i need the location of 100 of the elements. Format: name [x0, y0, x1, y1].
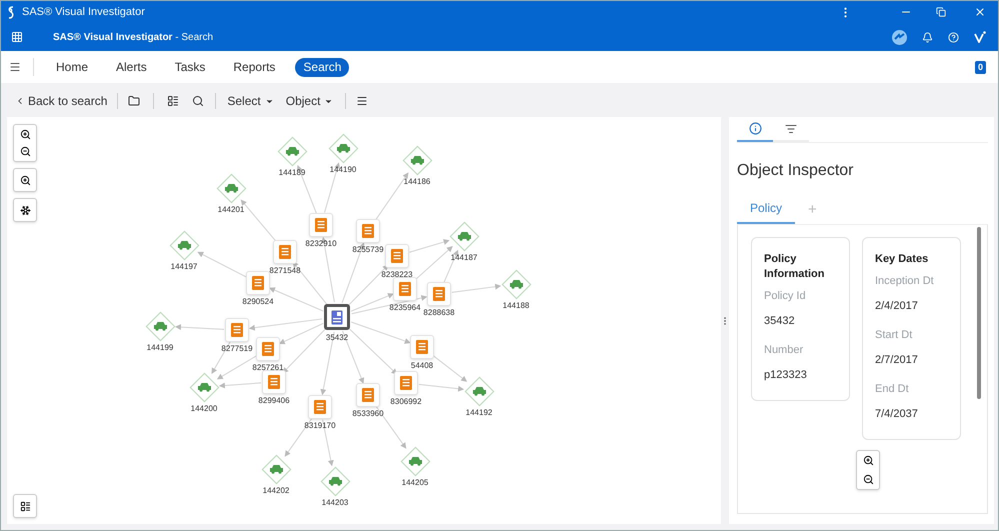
document-node[interactable]	[393, 277, 417, 301]
car-icon	[196, 382, 212, 392]
window-title: SAS® Visual Investigator	[22, 4, 145, 20]
car-icon	[328, 476, 342, 486]
node-label: 144187	[450, 254, 478, 262]
document-node[interactable]	[410, 335, 434, 359]
node-label: 144186	[404, 178, 430, 186]
user-icon[interactable]	[974, 31, 986, 43]
node-label: 8533960	[352, 410, 384, 418]
document-node[interactable]	[427, 282, 451, 306]
document-icon	[262, 342, 274, 356]
help-icon[interactable]	[948, 32, 959, 42]
car-icon	[410, 155, 424, 165]
node-label: 8306992	[390, 398, 422, 406]
nav-tab[interactable]: Alerts	[108, 58, 155, 76]
nav-tab[interactable]: Home	[48, 58, 96, 76]
document-icon	[391, 249, 403, 263]
node-label: 35432	[326, 334, 348, 342]
folder-icon[interactable]	[128, 95, 140, 107]
node-label: 8319170	[304, 422, 336, 430]
card-title: Key Dates	[875, 252, 930, 267]
field-value: 35432	[764, 314, 796, 329]
document-node[interactable]	[256, 337, 280, 361]
nav-tab[interactable]: Reports	[225, 58, 284, 76]
app-launcher-icon[interactable]	[11, 31, 23, 43]
nav-tab[interactable]: Search	[295, 58, 350, 76]
dropdown-button[interactable]: Object	[286, 92, 334, 110]
node-label: 8235964	[389, 304, 421, 312]
car-icon	[152, 321, 168, 331]
car-icon	[268, 464, 284, 474]
zoom-in-icon[interactable]	[20, 129, 30, 140]
legend-button[interactable]	[13, 494, 37, 518]
list-icon[interactable]	[356, 95, 368, 107]
field-label: Policy Id	[764, 289, 807, 304]
panel-title: Object Inspector	[737, 163, 854, 179]
node-label: 8238223	[381, 271, 413, 279]
node-label: 144192	[466, 409, 492, 417]
document-node[interactable]	[308, 395, 332, 419]
layout-icon[interactable]	[167, 95, 180, 107]
notifications-icon[interactable]	[922, 32, 933, 42]
document-node[interactable]	[246, 271, 270, 295]
info-icon	[748, 122, 762, 135]
nav-tab[interactable]: Tasks	[166, 58, 214, 76]
zoom-fit-icon	[20, 174, 30, 186]
app-title: SAS® Visual Investigator - Search	[53, 30, 214, 44]
zoom-in-icon[interactable]	[862, 455, 874, 466]
field-value: p123323	[764, 368, 808, 383]
document-node[interactable]	[225, 318, 249, 342]
document-icon	[399, 282, 411, 296]
back-button[interactable]: Back to search	[15, 92, 108, 110]
document-icon	[362, 224, 374, 238]
connector-arrow	[174, 324, 225, 330]
document-icon	[268, 375, 280, 389]
dropdown-button[interactable]: Select	[227, 92, 274, 110]
connector-arrow	[432, 354, 468, 382]
count-badge: 0	[974, 60, 986, 74]
node-label: 8299406	[258, 397, 290, 405]
car-icon	[408, 456, 422, 466]
menu-icon[interactable]	[9, 61, 21, 73]
close-icon[interactable]	[974, 6, 986, 18]
node-label: 54408	[410, 362, 434, 370]
logo-icon	[7, 6, 16, 18]
document-node[interactable]	[385, 244, 409, 268]
restore-icon[interactable]	[936, 7, 946, 17]
node-label: 8255739	[352, 246, 384, 254]
layout-button[interactable]	[13, 198, 37, 222]
document-node[interactable]	[262, 370, 286, 394]
field-label: Number	[764, 343, 804, 358]
document-icon	[252, 276, 264, 290]
node-label: 8277519	[221, 345, 253, 353]
document-node[interactable]	[273, 240, 297, 264]
car-icon	[176, 240, 192, 250]
id-card-icon	[331, 310, 343, 324]
document-node[interactable]	[309, 213, 333, 237]
document-icon	[315, 218, 327, 232]
field-label: End Dt	[875, 382, 910, 397]
sync-icon[interactable]	[892, 30, 907, 44]
zoom-out-icon[interactable]	[862, 474, 874, 485]
node-label: 8257261	[252, 364, 284, 372]
document-node[interactable]	[394, 371, 418, 395]
node-label: 8232910	[305, 240, 337, 248]
document-icon	[279, 245, 291, 259]
node-label: 144190	[330, 166, 356, 174]
node-label: 144203	[322, 499, 348, 507]
document-icon	[362, 388, 374, 402]
node-label: 8288638	[423, 309, 455, 317]
fit-button[interactable]	[13, 168, 37, 192]
node-label: 8290524	[242, 298, 274, 306]
document-node[interactable]	[356, 383, 380, 407]
field-label: Start Dt	[875, 328, 914, 343]
document-node[interactable]	[356, 219, 380, 243]
object-tab[interactable]: Policy	[737, 199, 796, 224]
policy-node[interactable]	[324, 304, 350, 330]
find-icon[interactable]	[192, 95, 204, 107]
node-label: 144200	[190, 405, 218, 413]
car-icon	[456, 231, 472, 241]
node-label: 144197	[170, 263, 198, 271]
document-icon	[231, 323, 243, 337]
node-label: 144202	[262, 487, 290, 495]
zoom-out-icon[interactable]	[20, 146, 30, 157]
